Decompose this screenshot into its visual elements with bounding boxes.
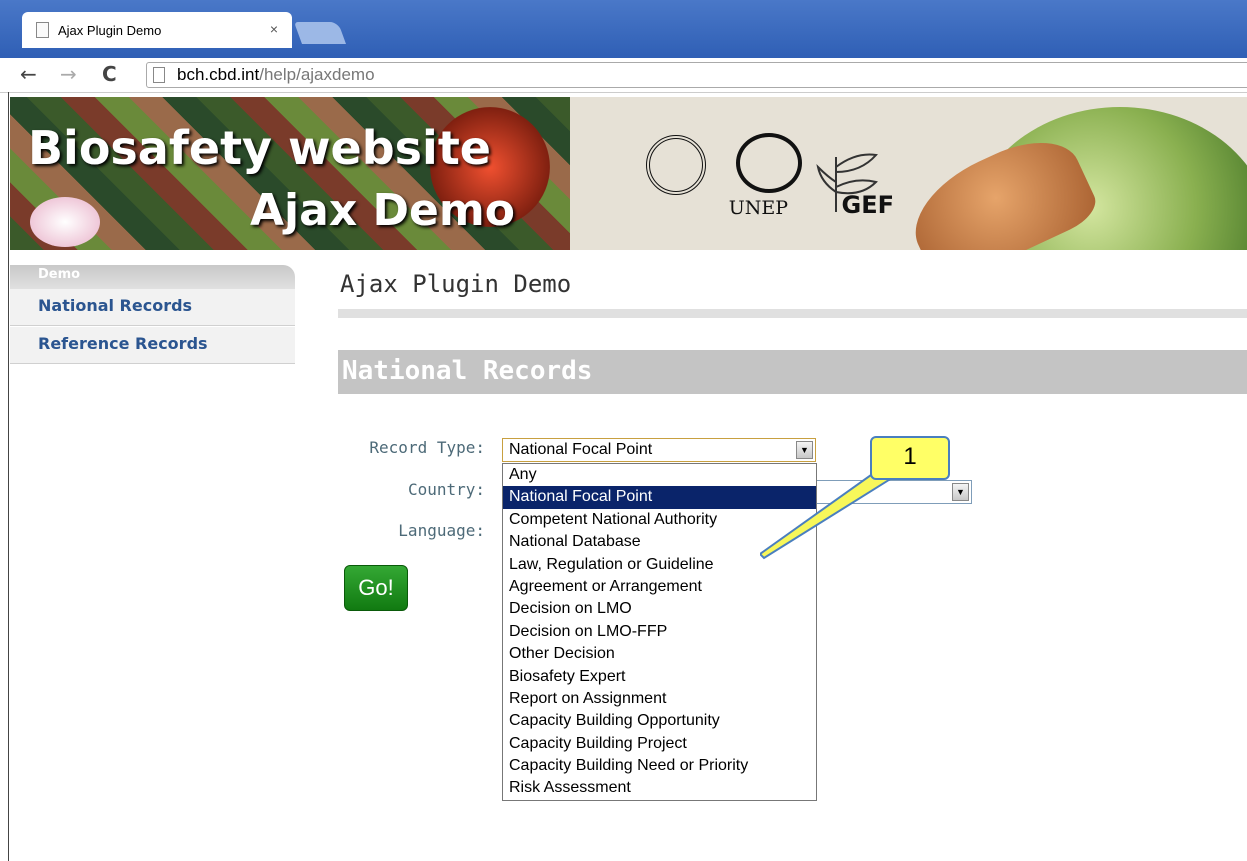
dropdown-option[interactable]: Decision on LMO bbox=[503, 598, 816, 620]
page-icon bbox=[153, 67, 165, 83]
country-label: Country: bbox=[407, 480, 485, 499]
flower-image bbox=[30, 197, 100, 247]
globe-icon bbox=[736, 133, 802, 193]
window-border bbox=[8, 92, 9, 861]
close-icon[interactable]: × bbox=[270, 21, 278, 37]
page-title: Ajax Plugin Demo bbox=[340, 270, 572, 298]
back-arrow-icon[interactable]: ← bbox=[20, 62, 37, 86]
page-icon bbox=[36, 22, 49, 38]
url-text: bch.cbd.int/help/ajaxdemo bbox=[177, 65, 375, 84]
unep-logo: UNEP bbox=[638, 135, 788, 223]
banner-subtitle: Ajax Demo bbox=[250, 185, 515, 236]
callout-pointer bbox=[760, 470, 894, 560]
dropdown-option[interactable]: Biosafety Expert bbox=[503, 666, 816, 688]
chevron-down-icon[interactable]: ▼ bbox=[952, 483, 969, 501]
un-emblem-icon bbox=[646, 135, 706, 195]
forward-arrow-icon[interactable]: → bbox=[60, 62, 77, 86]
gef-logo: GEF bbox=[730, 133, 894, 223]
address-bar[interactable]: bch.cbd.int/help/ajaxdemo bbox=[146, 62, 1247, 88]
dropdown-option[interactable]: Other Decision bbox=[503, 643, 816, 665]
dropdown-option[interactable]: Risk Assessment bbox=[503, 777, 816, 799]
tab-title: Ajax Plugin Demo bbox=[58, 23, 162, 38]
sidebar-item-reference-records[interactable]: Reference Records bbox=[10, 327, 295, 364]
sidebar-item-national-records[interactable]: National Records bbox=[10, 289, 295, 326]
dropdown-option[interactable]: Agreement or Arrangement bbox=[503, 576, 816, 598]
browser-tab[interactable]: Ajax Plugin Demo × bbox=[22, 12, 292, 48]
reload-icon[interactable]: C bbox=[102, 62, 117, 86]
dropdown-option[interactable]: Capacity Building Opportunity bbox=[503, 710, 816, 732]
browser-toolbar: ← → C bch.cbd.int/help/ajaxdemo bbox=[0, 58, 1247, 93]
go-button[interactable]: Go! bbox=[344, 565, 408, 611]
dropdown-option[interactable]: Decision on LMO-FFP bbox=[503, 621, 816, 643]
dropdown-option[interactable]: Capacity Building Project bbox=[503, 733, 816, 755]
dropdown-option[interactable]: Report on Assignment bbox=[503, 688, 816, 710]
sidebar-header: Demo bbox=[10, 265, 295, 289]
site-banner: Biosafety website Ajax Demo UNEP GEF bbox=[10, 97, 1247, 250]
chevron-down-icon[interactable]: ▼ bbox=[796, 441, 813, 459]
new-tab-button[interactable] bbox=[293, 22, 347, 44]
record-type-label: Record Type: bbox=[369, 438, 485, 457]
dropdown-option[interactable]: Capacity Building Need or Priority bbox=[503, 755, 816, 777]
banner-title: Biosafety website bbox=[28, 121, 492, 175]
divider bbox=[338, 309, 1247, 318]
record-type-select[interactable]: National Focal Point ▼ bbox=[502, 438, 816, 462]
section-header: National Records bbox=[338, 350, 1247, 394]
browser-tab-strip: Ajax Plugin Demo × bbox=[0, 0, 1247, 58]
language-label: Language: bbox=[398, 521, 485, 540]
leaf-logo-icon bbox=[816, 153, 878, 212]
callout-badge: 1 bbox=[870, 436, 950, 480]
